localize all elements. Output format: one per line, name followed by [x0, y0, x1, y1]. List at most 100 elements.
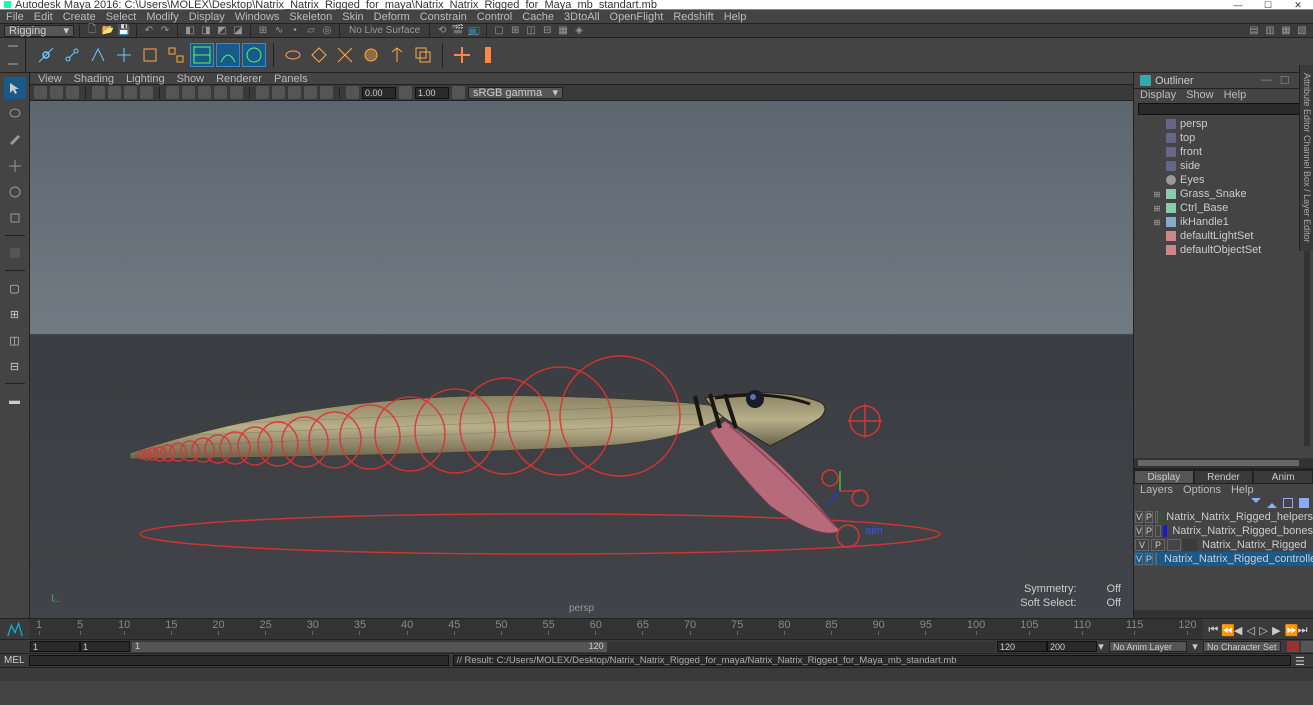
snap-live-icon[interactable]: ◎: [320, 24, 334, 38]
play-forward-icon[interactable]: ▷: [1259, 624, 1269, 634]
layer-hscroll[interactable]: [1134, 610, 1313, 618]
joint-tool-icon[interactable]: [34, 43, 58, 67]
ik-handle-icon[interactable]: [190, 43, 214, 67]
vp-exposure-icon[interactable]: [346, 86, 359, 99]
panel-minimize-icon[interactable]: —: [1261, 74, 1272, 87]
snap-plane-icon[interactable]: ▱: [304, 24, 318, 38]
colorspace-dropdown[interactable]: sRGB gamma▾: [468, 87, 563, 99]
menu-cache[interactable]: Cache: [522, 11, 554, 23]
menu-set-dropdown[interactable]: Rigging▾: [4, 25, 74, 37]
layer-menu-options[interactable]: Options: [1183, 484, 1221, 496]
mirror-weights-icon[interactable]: [385, 43, 409, 67]
maximize-button[interactable]: ☐: [1253, 0, 1283, 10]
script-editor-icon[interactable]: ☰: [1295, 655, 1309, 666]
move-layer-down-icon[interactable]: [1267, 498, 1277, 508]
vp-shaded-icon[interactable]: [182, 86, 195, 99]
interactive-bind-icon[interactable]: [307, 43, 331, 67]
four-pane-icon[interactable]: ⊞: [508, 24, 522, 38]
outliner-menu-show[interactable]: Show: [1186, 89, 1214, 101]
menu-constrain[interactable]: Constrain: [420, 11, 467, 23]
menu-deform[interactable]: Deform: [374, 11, 410, 23]
menu-skin[interactable]: Skin: [342, 11, 363, 23]
outliner-item[interactable]: front: [1134, 145, 1313, 159]
menu-windows[interactable]: Windows: [235, 11, 280, 23]
menu-openflight[interactable]: OpenFlight: [610, 11, 664, 23]
rotate-tool-icon[interactable]: [4, 181, 26, 203]
command-input[interactable]: [29, 655, 449, 666]
outliner-item[interactable]: defaultLightSet: [1134, 229, 1313, 243]
outliner-hscroll[interactable]: [1134, 458, 1313, 468]
orient-joint-icon[interactable]: [112, 43, 136, 67]
constrain-icon[interactable]: [476, 43, 500, 67]
gamma-input[interactable]: [415, 87, 449, 99]
vp-gamma-icon[interactable]: [399, 86, 412, 99]
outliner-item[interactable]: Eyes: [1134, 173, 1313, 187]
range-start-outer[interactable]: [30, 641, 80, 652]
sidebar-toggle-4-icon[interactable]: ▧: [1295, 24, 1309, 38]
vp-menu-renderer[interactable]: Renderer: [216, 73, 262, 85]
anim-layer-expand-icon[interactable]: ▾: [1097, 640, 1105, 653]
range-start-inner[interactable]: [80, 641, 130, 652]
go-to-end-icon[interactable]: ⏭: [1298, 624, 1308, 634]
ik-spline-icon[interactable]: [216, 43, 240, 67]
timeline-ruler[interactable]: 1510152025303540455055606570758085909510…: [30, 619, 1203, 639]
anim-layer-dropdown[interactable]: No Anim Layer: [1109, 641, 1187, 652]
menu-help[interactable]: Help: [724, 11, 747, 23]
viewport-layout-3-icon[interactable]: ◫: [4, 329, 26, 351]
go-to-start-icon[interactable]: ⏮: [1208, 624, 1218, 634]
render-current-icon[interactable]: 🎬: [451, 24, 465, 38]
create-control-icon[interactable]: [450, 43, 474, 67]
sidebar-toggle-1-icon[interactable]: ▤: [1247, 24, 1261, 38]
step-forward-key-icon[interactable]: ⏩: [1285, 624, 1295, 634]
outliner-menu-help[interactable]: Help: [1224, 89, 1247, 101]
snap-grid-icon[interactable]: ⊞: [256, 24, 270, 38]
script-language-label[interactable]: MEL: [4, 655, 25, 666]
tab-display[interactable]: Display: [1134, 470, 1194, 484]
new-scene-icon[interactable]: 🗋: [85, 24, 99, 38]
step-back-frame-icon[interactable]: ◀: [1234, 624, 1244, 634]
sidebar-toggle-2-icon[interactable]: ▥: [1263, 24, 1277, 38]
vp-menu-shading[interactable]: Shading: [74, 73, 114, 85]
shelf-tabs[interactable]: [0, 38, 26, 73]
vp-menu-lighting[interactable]: Lighting: [126, 73, 165, 85]
lasso-tool-icon[interactable]: [4, 103, 26, 125]
vp-shadows-icon[interactable]: [230, 86, 243, 99]
menu-file[interactable]: File: [6, 11, 24, 23]
vp-gate-mask-icon[interactable]: [140, 86, 153, 99]
viewport-layout-5-icon[interactable]: ▬: [4, 390, 26, 412]
layer-menu-help[interactable]: Help: [1231, 484, 1254, 496]
viewport-layout-4-icon[interactable]: ⊟: [4, 355, 26, 377]
outliner-item[interactable]: ⊞Ctrl_Base: [1134, 201, 1313, 215]
range-end-inner[interactable]: [997, 641, 1047, 652]
outliner-item[interactable]: ⊞ikHandle1: [1134, 215, 1313, 229]
ipr-render-icon[interactable]: 📺: [467, 24, 481, 38]
vp-isolate-icon[interactable]: [256, 86, 269, 99]
snap-point-icon[interactable]: •: [288, 24, 302, 38]
vp-ao-icon[interactable]: [304, 86, 317, 99]
vp-colorspace-icon[interactable]: [452, 86, 465, 99]
tab-anim[interactable]: Anim: [1253, 470, 1313, 484]
step-forward-frame-icon[interactable]: ▶: [1272, 624, 1282, 634]
character-set-dropdown[interactable]: No Character Set: [1203, 641, 1281, 652]
menu-edit[interactable]: Edit: [34, 11, 53, 23]
single-pane-icon[interactable]: ▢: [492, 24, 506, 38]
vp-menu-panels[interactable]: Panels: [274, 73, 308, 85]
sidebar-toggle-3-icon[interactable]: ▦: [1279, 24, 1293, 38]
layout-6-icon[interactable]: ◈: [572, 24, 586, 38]
vp-camera-icon[interactable]: [34, 86, 47, 99]
grid-icon[interactable]: ▦: [556, 24, 570, 38]
new-layer-selected-icon[interactable]: [1299, 498, 1309, 508]
snap-curve-icon[interactable]: ∿: [272, 24, 286, 38]
viewport-layout-1-icon[interactable]: ▢: [4, 277, 26, 299]
vp-wireframe-icon[interactable]: [166, 86, 179, 99]
two-pane-icon[interactable]: ◫: [524, 24, 538, 38]
viewport-layout-2-icon[interactable]: ⊞: [4, 303, 26, 325]
detach-skin-icon[interactable]: [333, 43, 357, 67]
copy-weights-icon[interactable]: [411, 43, 435, 67]
outliner-item[interactable]: top: [1134, 131, 1313, 145]
insert-joint-icon[interactable]: [60, 43, 84, 67]
menu-create[interactable]: Create: [63, 11, 96, 23]
select-tool-icon[interactable]: [4, 77, 26, 99]
layer-row[interactable]: VPNatrix_Natrix_Rigged_controllers: [1134, 552, 1313, 566]
outliner-menu-display[interactable]: Display: [1140, 89, 1176, 101]
